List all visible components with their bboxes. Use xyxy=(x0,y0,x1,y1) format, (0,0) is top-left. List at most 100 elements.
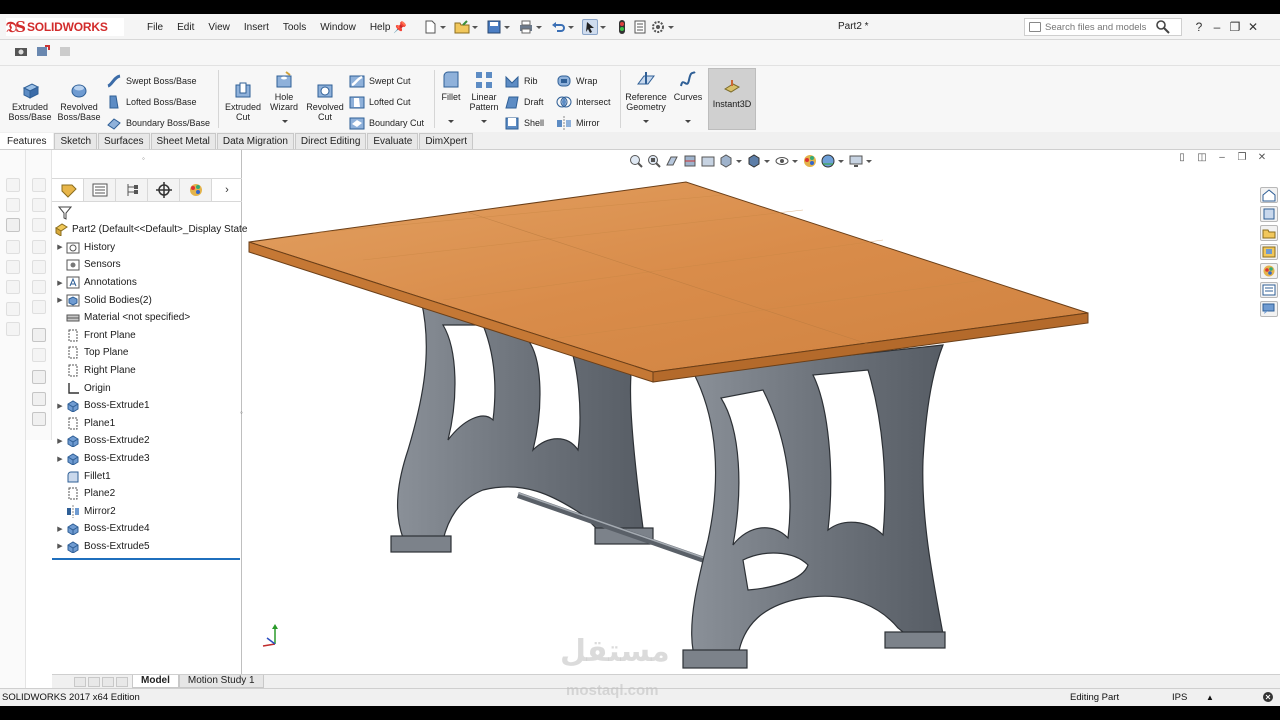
tree-item-sensors[interactable]: Sensors xyxy=(52,256,242,274)
reference-geometry-dropdown-icon[interactable] xyxy=(643,120,649,123)
design-library-icon[interactable] xyxy=(1260,206,1278,222)
tree-item-origin[interactable]: Origin xyxy=(52,379,242,397)
linear-pattern-button[interactable]: Linear Pattern xyxy=(466,70,502,123)
solidworks-resources-icon[interactable] xyxy=(1260,187,1278,203)
menu-insert[interactable]: Insert xyxy=(244,22,269,33)
menu-help[interactable]: Help xyxy=(370,22,391,33)
rail-text-icon[interactable] xyxy=(6,218,20,232)
rail-tool-icon[interactable] xyxy=(32,280,46,294)
tree-item-plane1[interactable]: Plane1 xyxy=(52,415,242,433)
rail-tool-icon[interactable] xyxy=(6,198,20,212)
restore-button[interactable]: ❐ xyxy=(1226,20,1244,34)
undo-icon[interactable] xyxy=(550,19,566,35)
boundary-cut-button[interactable]: Boundary Cut xyxy=(349,114,424,132)
tree-item-right-plane[interactable]: Right Plane xyxy=(52,362,242,380)
intersect-button[interactable]: Intersect xyxy=(556,93,611,111)
forum-icon[interactable] xyxy=(1260,301,1278,317)
graphics-area[interactable] xyxy=(243,150,1280,688)
search-box[interactable] xyxy=(1024,18,1182,36)
swept-cut-button[interactable]: Swept Cut xyxy=(349,72,411,90)
tab-data-migration[interactable]: Data Migration xyxy=(216,133,294,149)
tab-motion-study-1[interactable]: Motion Study 1 xyxy=(178,675,264,688)
save-icon[interactable] xyxy=(486,19,502,35)
view-settings-dropdown-icon[interactable] xyxy=(866,153,872,169)
rail-tool-icon[interactable] xyxy=(6,322,20,336)
rail-tool-icon[interactable] xyxy=(32,260,46,274)
tabs-scroll-right-icon[interactable]: › xyxy=(212,179,242,201)
rail-paste-icon[interactable] xyxy=(32,412,46,426)
view-orientation-dropdown-icon[interactable] xyxy=(736,153,742,169)
expand-arrow-icon[interactable]: ▶ xyxy=(54,296,66,304)
appearances-icon[interactable] xyxy=(1260,263,1278,279)
new-dropdown-icon[interactable] xyxy=(440,19,446,35)
solidworks-logo[interactable]: 𝔇S SOLIDWORKS xyxy=(6,18,124,36)
tab-evaluate[interactable]: Evaluate xyxy=(367,133,419,149)
tree-item-boss-extrude3[interactable]: ▶ Boss-Extrude3 xyxy=(52,450,242,468)
print-icon[interactable] xyxy=(518,19,534,35)
view-palette-icon[interactable] xyxy=(1260,244,1278,260)
search-scope-icon[interactable] xyxy=(1029,22,1041,32)
select-icon[interactable] xyxy=(582,19,598,35)
hide-show-items-icon[interactable] xyxy=(774,153,790,169)
status-units[interactable]: IPS xyxy=(1172,692,1187,703)
extruded-boss-button[interactable]: Extruded Boss/Base xyxy=(8,80,52,122)
tree-item-annotations[interactable]: ▶ Annotations xyxy=(52,274,242,292)
tree-item-fillet1[interactable]: Fillet1 xyxy=(52,467,242,485)
menu-edit[interactable]: Edit xyxy=(177,22,194,33)
tab-display-manager[interactable] xyxy=(180,179,212,201)
fillet-button[interactable]: Fillet xyxy=(438,70,464,123)
rail-tool-icon[interactable] xyxy=(6,240,20,254)
rail-tool-icon[interactable] xyxy=(6,178,20,192)
rail-tool-icon[interactable] xyxy=(6,280,20,294)
tree-item-boss-extrude2[interactable]: ▶ Boss-Extrude2 xyxy=(52,432,242,450)
tab-next-icon[interactable] xyxy=(102,676,114,687)
tab-surfaces[interactable]: Surfaces xyxy=(98,133,150,149)
rail-tool-icon[interactable] xyxy=(32,178,46,192)
undo-dropdown-icon[interactable] xyxy=(568,19,574,35)
tree-item-front-plane[interactable]: Front Plane xyxy=(52,327,242,345)
tree-item-boss-extrude4[interactable]: ▶ Boss-Extrude4 xyxy=(52,520,242,538)
shell-button[interactable]: Shell xyxy=(504,114,544,132)
revolved-cut-button[interactable]: Revolved Cut xyxy=(304,80,346,122)
zoom-to-area-icon[interactable] xyxy=(646,153,662,169)
menu-file[interactable]: File xyxy=(147,22,163,33)
help-button[interactable]: ? xyxy=(1190,20,1208,34)
file-explorer-icon[interactable] xyxy=(1260,225,1278,241)
save-dropdown-icon[interactable] xyxy=(504,19,510,35)
search-icon[interactable] xyxy=(1155,19,1171,35)
zoom-to-fit-icon[interactable] xyxy=(628,153,644,169)
curves-button[interactable]: Curves xyxy=(672,70,704,123)
apply-scene-icon[interactable] xyxy=(820,153,836,169)
rail-copy-icon[interactable] xyxy=(32,392,46,406)
curves-dropdown-icon[interactable] xyxy=(685,120,691,123)
stop-capture-icon[interactable] xyxy=(58,44,72,58)
tab-dimxpert-manager[interactable] xyxy=(148,179,180,201)
minimize-button[interactable]: – xyxy=(1208,20,1226,34)
extruded-cut-button[interactable]: Extruded Cut xyxy=(222,80,264,122)
tab-prev-icon[interactable] xyxy=(88,676,100,687)
fillet-dropdown-icon[interactable] xyxy=(448,120,454,123)
pin-menu-icon[interactable]: 📌 xyxy=(393,21,407,34)
rail-tool-icon[interactable] xyxy=(6,302,20,316)
reference-geometry-button[interactable]: Reference Geometry xyxy=(622,70,670,123)
tab-feature-tree[interactable] xyxy=(52,179,84,201)
tree-root[interactable]: Part2 (Default<<Default>_Display State xyxy=(52,221,247,239)
expand-arrow-icon[interactable]: ▶ xyxy=(54,243,66,251)
menu-window[interactable]: Window xyxy=(320,22,356,33)
tab-last-icon[interactable] xyxy=(116,676,128,687)
filter-icon[interactable] xyxy=(57,206,73,220)
apply-scene-dropdown-icon[interactable] xyxy=(838,153,844,169)
display-style-dropdown-icon[interactable] xyxy=(764,153,770,169)
tab-configuration-manager[interactable] xyxy=(116,179,148,201)
section-view-icon[interactable] xyxy=(682,153,698,169)
swept-boss-button[interactable]: Swept Boss/Base xyxy=(106,72,197,90)
rebuild-icon[interactable] xyxy=(614,19,630,35)
mirror-button[interactable]: Mirror xyxy=(556,114,600,132)
hole-wizard-dropdown-icon[interactable] xyxy=(282,120,288,123)
boundary-boss-button[interactable]: Boundary Boss/Base xyxy=(106,114,210,132)
expand-arrow-icon[interactable]: ▶ xyxy=(54,437,66,445)
rail-tool-icon[interactable] xyxy=(6,260,20,274)
tab-property-manager[interactable] xyxy=(84,179,116,201)
tab-sheet-metal[interactable]: Sheet Metal xyxy=(150,133,216,149)
panel-grip-icon[interactable]: ◦ xyxy=(142,154,145,163)
